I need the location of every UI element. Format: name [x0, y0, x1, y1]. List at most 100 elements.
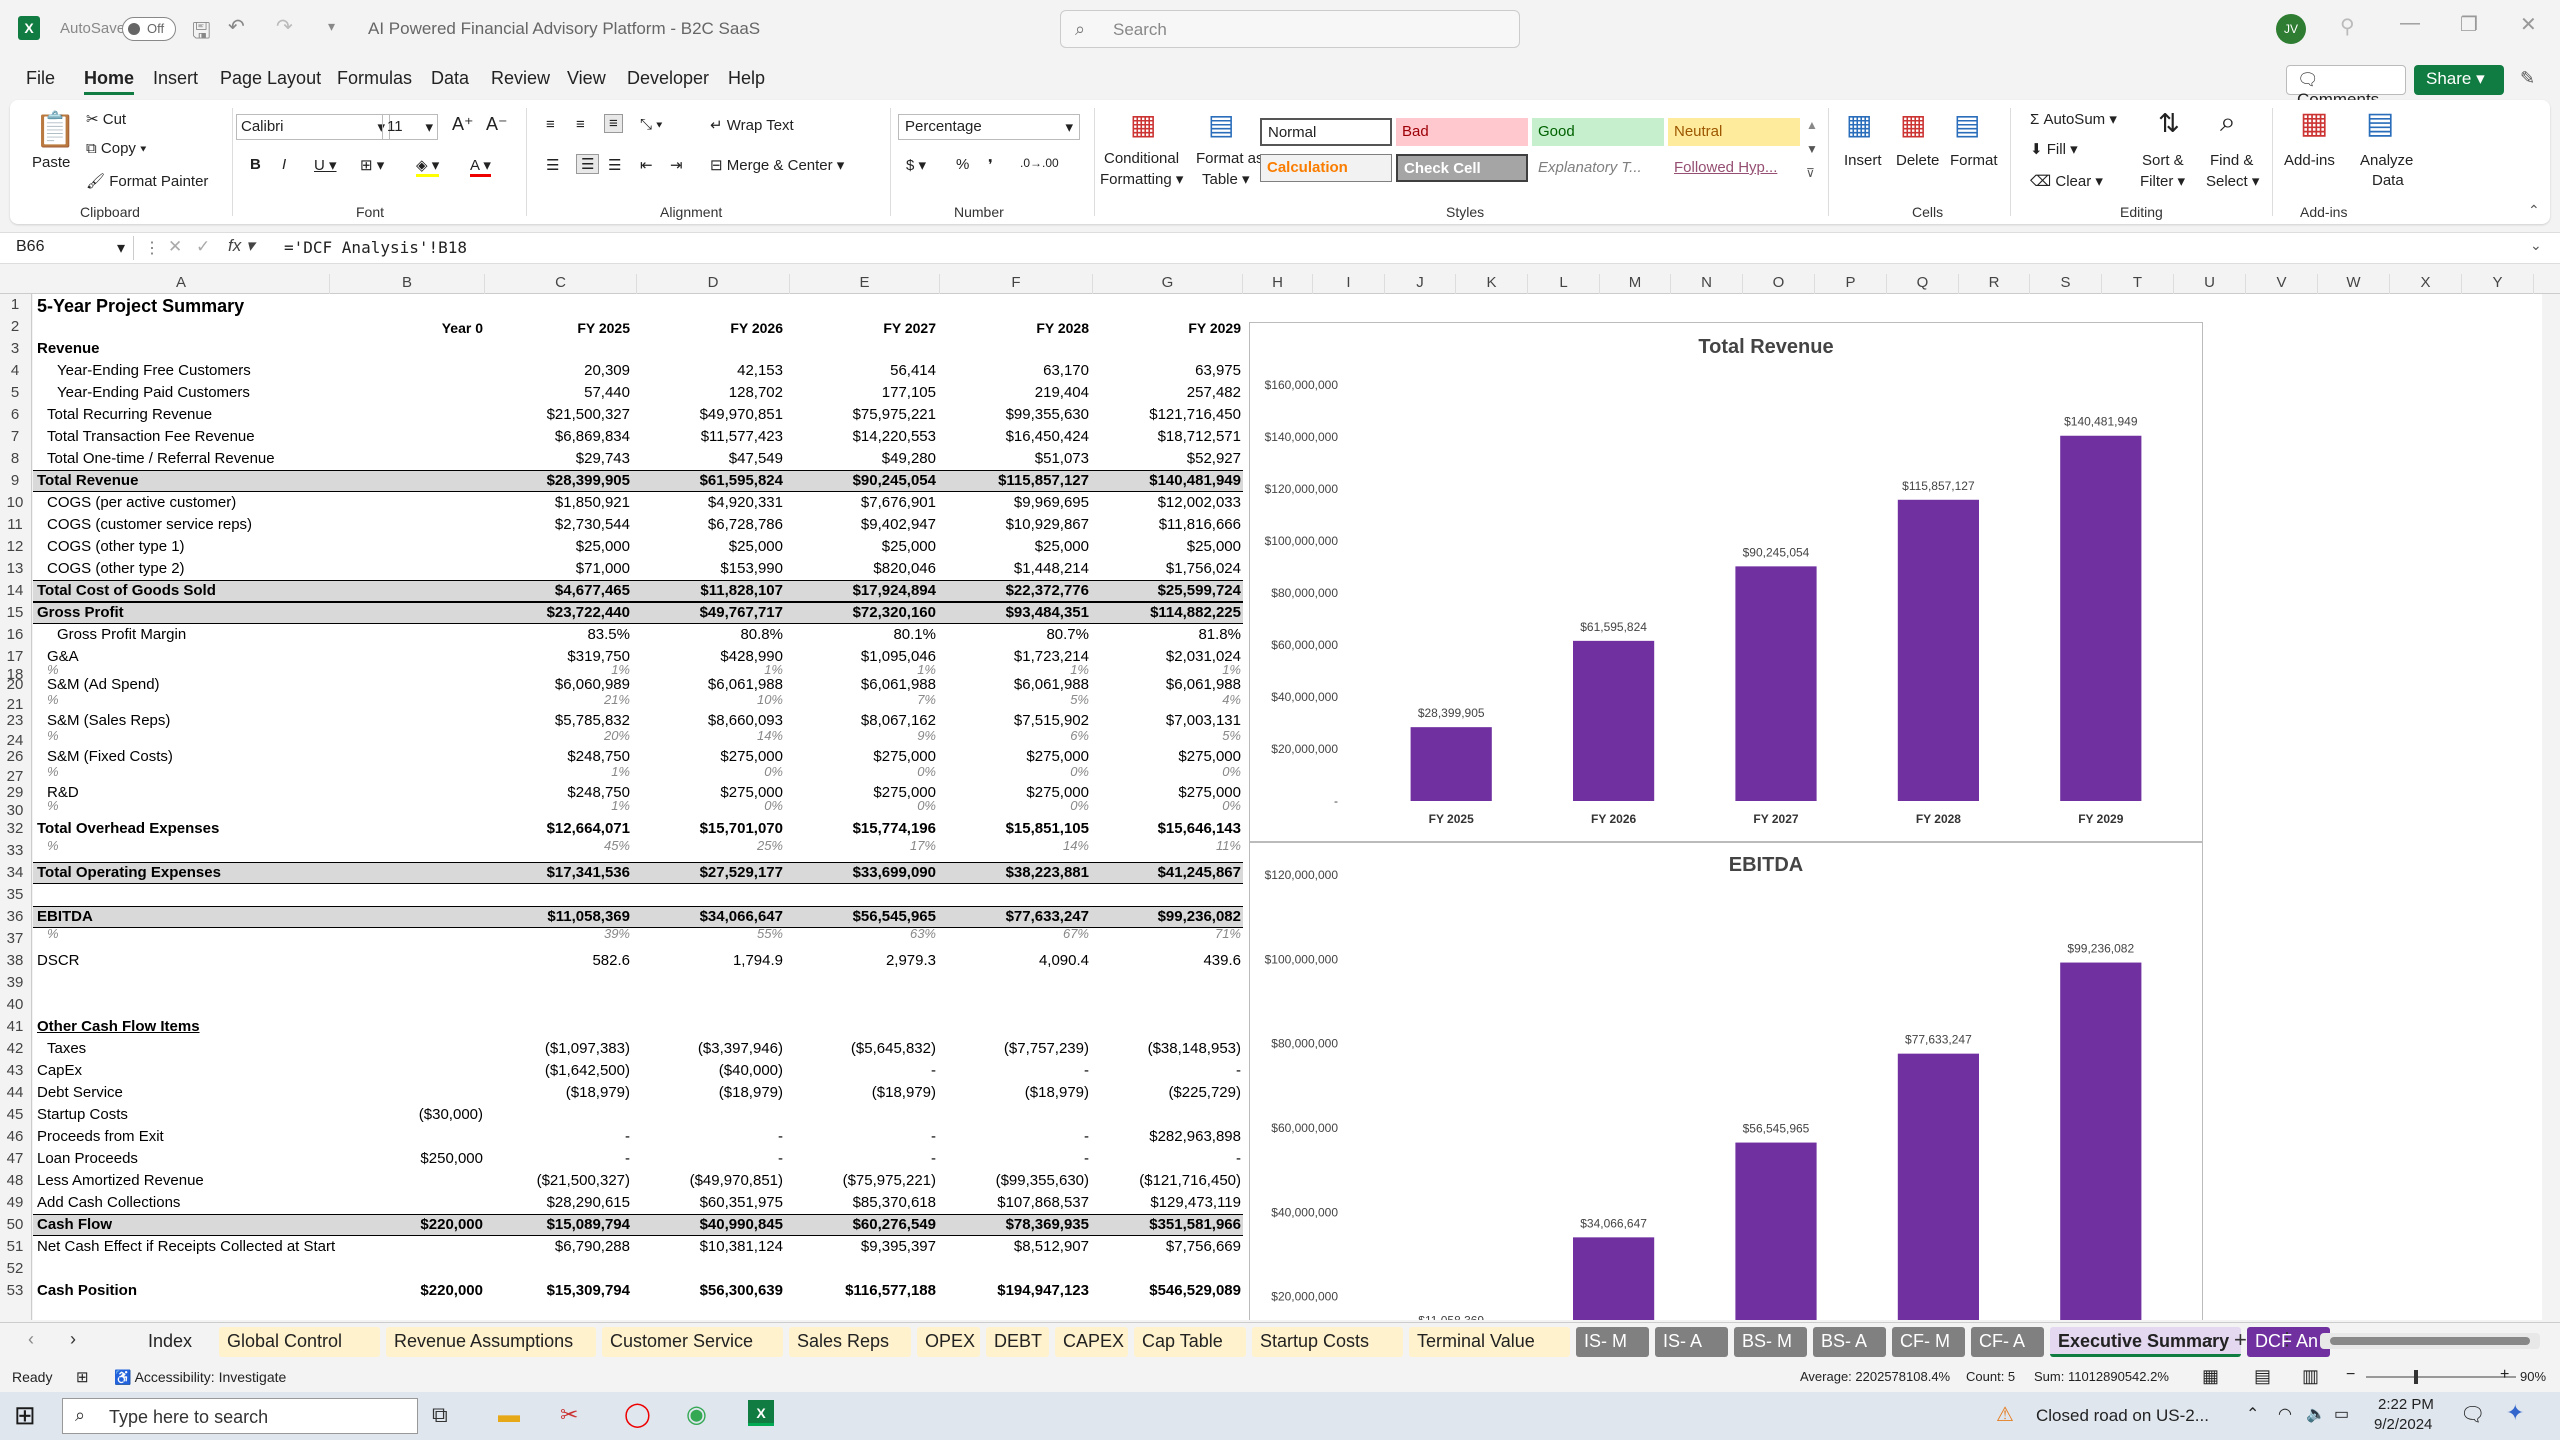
snipping-tool-icon[interactable]: ✂: [560, 1402, 578, 1428]
row-number[interactable]: 40: [0, 996, 30, 1018]
feedback-icon[interactable]: ✎: [2520, 68, 2535, 89]
increase-decimal-icon[interactable]: .0→.00: [1020, 156, 1059, 170]
row-number[interactable]: 37: [0, 930, 30, 952]
copilot-icon[interactable]: ✦: [2506, 1400, 2524, 1426]
sheet-tab-index[interactable]: Index: [140, 1327, 213, 1357]
row-number[interactable]: 23: [0, 712, 30, 732]
sort-filter-button[interactable]: Sort &: [2142, 152, 2184, 169]
styles-scroll-up-icon[interactable]: ▲: [1806, 118, 1818, 132]
customize-qat-icon[interactable]: ▾: [328, 18, 335, 35]
share-button[interactable]: Share ▾: [2414, 65, 2504, 95]
currency-icon[interactable]: $ ▾: [906, 156, 926, 174]
row-number[interactable]: 17: [0, 648, 30, 666]
bar-fy-2028[interactable]: [1897, 499, 1979, 801]
volume-icon[interactable]: 🔈: [2306, 1404, 2326, 1424]
sheet-tab-sales-reps[interactable]: Sales Reps: [789, 1327, 911, 1357]
row-number[interactable]: 32: [0, 820, 30, 842]
column-header[interactable]: G: [1093, 274, 1243, 294]
column-header[interactable]: E: [790, 274, 940, 294]
column-header[interactable]: C: [485, 274, 637, 294]
decrease-indent-icon[interactable]: ⇤: [640, 156, 653, 174]
style-good[interactable]: Good: [1532, 118, 1664, 146]
task-view-icon[interactable]: ⧉: [432, 1402, 448, 1428]
number-format-select[interactable]: Percentage ▾: [898, 114, 1080, 140]
bar-fy-2025[interactable]: [1410, 727, 1492, 801]
redo-icon[interactable]: ↷: [276, 14, 293, 39]
row-number[interactable]: 50: [0, 1216, 30, 1238]
align-left-icon[interactable]: ☰: [546, 156, 559, 174]
tab-file[interactable]: File: [26, 68, 55, 89]
tab-options-icon[interactable]: ⋮: [2278, 1329, 2296, 1350]
minimize-icon[interactable]: —: [2400, 12, 2420, 35]
styles-scroll-down-icon[interactable]: ▼: [1806, 142, 1818, 156]
borders-icon[interactable]: ⊞ ▾: [360, 156, 384, 174]
save-icon[interactable]: 🖫: [192, 14, 211, 52]
clear-button[interactable]: ⌫ Clear ▾: [2030, 172, 2103, 190]
bar-fy-2029[interactable]: [2060, 962, 2142, 1320]
row-number[interactable]: 1: [0, 296, 30, 318]
bar-fy-2029[interactable]: [2060, 435, 2142, 801]
delete-cells-button[interactable]: Delete: [1896, 152, 1939, 169]
format-cells-button[interactable]: Format: [1950, 152, 1998, 169]
column-header[interactable]: X: [2390, 274, 2462, 294]
row-number[interactable]: 49: [0, 1194, 30, 1216]
increase-indent-icon[interactable]: ⇥: [670, 156, 683, 174]
row-number[interactable]: 52: [0, 1260, 30, 1282]
file-explorer-icon[interactable]: ▬: [498, 1402, 520, 1428]
zoom-in-icon[interactable]: +: [2500, 1366, 2509, 1384]
row-number[interactable]: 21: [0, 696, 30, 713]
column-header[interactable]: O: [1743, 274, 1815, 294]
column-header[interactable]: K: [1456, 274, 1528, 294]
add-ins-button[interactable]: Add-ins: [2284, 152, 2335, 169]
tray-chevron-icon[interactable]: ⌃: [2246, 1404, 2259, 1424]
network-icon[interactable]: ▭: [2334, 1404, 2349, 1424]
row-number[interactable]: 45: [0, 1106, 30, 1128]
format-as-table-label2[interactable]: Table ▾: [1202, 170, 1250, 188]
insert-function-icon[interactable]: fx ▾: [228, 236, 254, 256]
sheet-tab-startup-costs[interactable]: Startup Costs: [1252, 1327, 1403, 1357]
sheet-tab-is-a[interactable]: IS- A: [1655, 1327, 1728, 1357]
row-number[interactable]: 7: [0, 428, 30, 450]
fill-color-icon[interactable]: ◈ ▾: [416, 156, 440, 177]
merge-center-button[interactable]: ⊟ Merge & Center ▾: [710, 156, 844, 174]
tab-developer[interactable]: Developer: [627, 68, 709, 89]
page-break-view-icon[interactable]: ▥: [2302, 1366, 2319, 1387]
sheet-tab-revenue-assumptions[interactable]: Revenue Assumptions: [386, 1327, 596, 1357]
sheet-tab-cap-table[interactable]: Cap Table: [1134, 1327, 1246, 1357]
row-number[interactable]: 30: [0, 802, 30, 820]
tab-page-layout[interactable]: Page Layout: [220, 68, 321, 89]
formula-input[interactable]: ='DCF Analysis'!B18: [284, 238, 467, 257]
bar-fy-2027[interactable]: [1735, 566, 1817, 801]
autosum-button[interactable]: Σ AutoSum ▾: [2030, 110, 2117, 128]
align-top-icon[interactable]: ≡: [546, 116, 555, 133]
cut-button[interactable]: ✂ Cut: [86, 110, 126, 128]
row-number[interactable]: 14: [0, 582, 30, 604]
row-number[interactable]: 5: [0, 384, 30, 406]
add-sheet-icon[interactable]: +: [2234, 1327, 2247, 1353]
paste-button[interactable]: Paste: [32, 154, 70, 171]
sheet-tab-terminal-value[interactable]: Terminal Value: [1409, 1327, 1570, 1357]
style-calculation[interactable]: Calculation: [1260, 154, 1392, 182]
insert-cells-button[interactable]: Insert: [1844, 152, 1882, 169]
zoom-level[interactable]: 90%: [2520, 1369, 2546, 1384]
find-select-icon[interactable]: ⌕: [2220, 106, 2236, 139]
analyze-data-label2[interactable]: Data: [2372, 172, 2404, 189]
grow-font-icon[interactable]: A⁺: [452, 114, 474, 135]
column-header[interactable]: V: [2246, 274, 2318, 294]
average-status[interactable]: Average: 2202578108.4%: [1800, 1369, 1950, 1384]
restore-icon[interactable]: ❐: [2460, 12, 2478, 37]
column-header[interactable]: D: [637, 274, 790, 294]
conditional-formatting-label2[interactable]: Formatting ▾: [1100, 170, 1183, 188]
column-header[interactable]: R: [1959, 274, 2030, 294]
row-number[interactable]: 39: [0, 974, 30, 996]
autosave-toggle[interactable]: Off: [122, 17, 176, 41]
row-number[interactable]: 43: [0, 1062, 30, 1084]
copy-button[interactable]: ⧉ Copy ▾: [86, 140, 146, 157]
underline-button[interactable]: U ▾: [314, 156, 337, 174]
collapse-ribbon-icon[interactable]: ⌃: [2528, 202, 2540, 219]
row-number[interactable]: 33: [0, 842, 30, 864]
conditional-formatting-icon[interactable]: ▦: [1130, 108, 1156, 141]
total-revenue-chart[interactable]: Total Revenue - $20,000,000 $40,000,000 $60,…: [1249, 322, 2203, 842]
column-header[interactable]: J: [1385, 274, 1456, 294]
search-box[interactable]: ⌕ Search: [1060, 10, 1520, 48]
